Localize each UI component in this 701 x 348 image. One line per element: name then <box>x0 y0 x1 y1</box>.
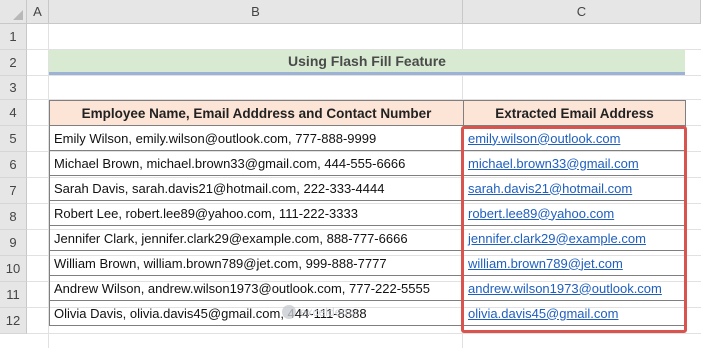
email-cell[interactable]: michael.brown33@gmail.com <box>463 150 686 176</box>
source-cell[interactable]: Sarah Davis, sarah.davis21@hotmail.com, … <box>49 175 464 201</box>
select-all-corner[interactable] <box>0 0 27 24</box>
row-header[interactable]: 6 <box>0 152 27 178</box>
row-header[interactable]: 11 <box>0 282 27 308</box>
source-cell[interactable]: Andrew Wilson, andrew.wilson1973@outlook… <box>49 275 464 301</box>
column-header-b[interactable]: B <box>49 0 463 24</box>
row-header[interactable]: 3 <box>0 76 27 100</box>
source-cell[interactable]: Michael Brown, michael.brown33@gmail.com… <box>49 150 464 176</box>
email-link[interactable]: sarah.davis21@hotmail.com <box>468 181 632 196</box>
row-header[interactable]: 4 <box>0 100 27 126</box>
email-cell[interactable]: william.brown789@jet.com <box>463 250 686 276</box>
email-cell[interactable]: sarah.davis21@hotmail.com <box>463 175 686 201</box>
sheet-title[interactable]: Using Flash Fill Feature <box>49 50 685 75</box>
table-row: Jennifer Clark, jennifer.clark29@example… <box>49 225 686 251</box>
row-header[interactable]: 10 <box>0 256 27 282</box>
column-header-a[interactable]: A <box>27 0 49 24</box>
row-header[interactable]: 12 <box>0 308 27 334</box>
spreadsheet: A B C 1 2 3 4 5 6 7 8 9 10 11 12 Using Flash Fill F… <box>0 0 701 348</box>
table-row: Sarah Davis, sarah.davis21@hotmail.com, … <box>49 175 686 201</box>
table-row: William Brown, william.brown789@jet.com,… <box>49 250 686 276</box>
column-header-c[interactable]: C <box>463 0 701 24</box>
source-cell[interactable]: Emily Wilson, emily.wilson@outlook.com, … <box>49 125 464 151</box>
email-link[interactable]: andrew.wilson1973@outlook.com <box>468 281 662 296</box>
gridline <box>27 333 701 334</box>
gridline <box>27 75 701 76</box>
row-header[interactable]: 2 <box>0 50 27 76</box>
email-cell[interactable]: olivia.davis45@gmail.com <box>463 300 686 326</box>
source-cell[interactable]: William Brown, william.brown789@jet.com,… <box>49 250 464 276</box>
data-table: Employee Name, Email Adddress and Contac… <box>49 100 686 326</box>
table-row: Robert Lee, robert.lee89@yahoo.com, 111-… <box>49 200 686 226</box>
source-cell[interactable]: Olivia Davis, olivia.davis45@gmail.com, … <box>49 300 464 326</box>
source-cell[interactable]: Jennifer Clark, jennifer.clark29@example… <box>49 225 464 251</box>
email-cell[interactable]: jennifer.clark29@example.com <box>463 225 686 251</box>
row-header[interactable]: 5 <box>0 126 27 152</box>
email-link[interactable]: emily.wilson@outlook.com <box>468 131 620 146</box>
row-header[interactable]: 7 <box>0 178 27 204</box>
source-cell[interactable]: Robert Lee, robert.lee89@yahoo.com, 111-… <box>49 200 464 226</box>
table-header-row: Employee Name, Email Adddress and Contac… <box>49 100 686 126</box>
email-link[interactable]: jennifer.clark29@example.com <box>468 231 646 246</box>
email-link[interactable]: robert.lee89@yahoo.com <box>468 206 614 221</box>
row-header[interactable]: 1 <box>0 24 27 50</box>
email-link[interactable]: michael.brown33@gmail.com <box>468 156 639 171</box>
email-cell[interactable]: andrew.wilson1973@outlook.com <box>463 275 686 301</box>
email-cell[interactable]: emily.wilson@outlook.com <box>463 125 686 151</box>
table-row: Michael Brown, michael.brown33@gmail.com… <box>49 150 686 176</box>
email-link[interactable]: olivia.davis45@gmail.com <box>468 306 618 321</box>
email-cell[interactable]: robert.lee89@yahoo.com <box>463 200 686 226</box>
table-row: Andrew Wilson, andrew.wilson1973@outlook… <box>49 275 686 301</box>
header-email[interactable]: Extracted Email Address <box>463 100 686 126</box>
select-all-icon <box>13 10 23 20</box>
row-header[interactable]: 9 <box>0 230 27 256</box>
table-row: Olivia Davis, olivia.davis45@gmail.com, … <box>49 300 686 326</box>
email-link[interactable]: william.brown789@jet.com <box>468 256 623 271</box>
row-header[interactable]: 8 <box>0 204 27 230</box>
table-row: Emily Wilson, emily.wilson@outlook.com, … <box>49 125 686 151</box>
header-source[interactable]: Employee Name, Email Adddress and Contac… <box>49 100 464 126</box>
